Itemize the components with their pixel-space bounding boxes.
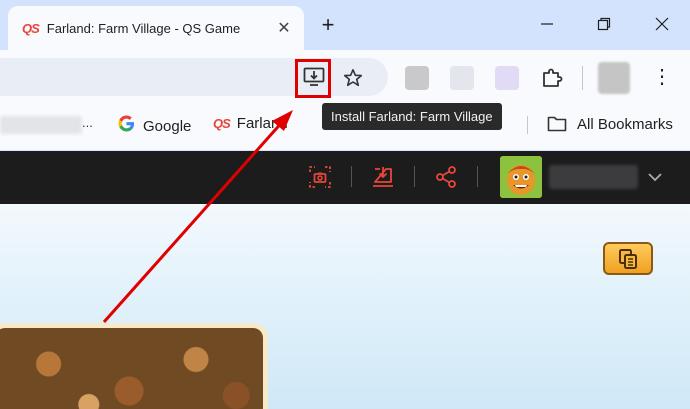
restore-button[interactable] [584, 8, 624, 40]
profile-avatar[interactable] [598, 62, 630, 94]
restore-icon [597, 17, 611, 31]
screenshot-icon [309, 166, 331, 188]
chevron-down-icon [648, 173, 662, 182]
tab-favicon: QS [22, 20, 40, 36]
tab-close-icon[interactable]: ✕ [274, 18, 294, 38]
extension-icon[interactable] [405, 66, 429, 90]
player-avatar[interactable] [500, 156, 542, 198]
puzzle-icon [543, 68, 563, 87]
bookmark-google[interactable]: Google [118, 115, 191, 137]
bookmark-farland[interactable]: QS Farland [213, 115, 288, 132]
game-bar-divider [414, 166, 415, 187]
game-bar-divider [351, 166, 352, 187]
bookmark-star-button[interactable] [343, 68, 363, 88]
avatar-character-icon [500, 156, 542, 198]
qs-logo-icon: QS [213, 116, 231, 131]
all-bookmarks-label: All Bookmarks [577, 115, 673, 133]
account-dropdown-button[interactable] [646, 168, 664, 186]
bookmark-overflow: ... [82, 115, 93, 130]
minimize-button[interactable] [527, 8, 567, 40]
bookmark-label: Google [143, 117, 192, 135]
extension-icon[interactable] [450, 66, 474, 90]
copy-button[interactable] [603, 242, 653, 275]
folder-icon [547, 116, 567, 132]
extension-icon[interactable] [495, 66, 519, 90]
username-blurred [549, 165, 638, 189]
bookmarks-divider [527, 116, 528, 134]
copy-icon [619, 248, 637, 269]
extensions-button[interactable] [540, 66, 564, 90]
share-icon [436, 166, 456, 188]
bookmark-label: Farland [236, 115, 288, 132]
close-icon [655, 17, 669, 31]
screenshot-button[interactable] [308, 165, 332, 189]
close-window-button[interactable] [642, 8, 682, 40]
game-bar-divider [477, 166, 478, 187]
new-tab-button[interactable]: + [316, 13, 340, 37]
google-icon [118, 115, 135, 137]
share-button[interactable] [434, 165, 458, 189]
tab-active[interactable]: QS Farland: Farm Village - QS Game ✕ [8, 6, 304, 50]
minimize-icon [541, 23, 553, 25]
tab-title: Farland: Farm Village - QS Game [46, 20, 241, 36]
download-icon [373, 167, 393, 187]
game-thumbnail-card[interactable] [0, 323, 268, 409]
all-bookmarks-button[interactable]: All Bookmarks [547, 115, 673, 133]
browser-menu-button[interactable]: ⋮ [652, 66, 672, 90]
game-thumbnail-image [0, 328, 263, 409]
install-tooltip: Install Farland: Farm Village [322, 103, 502, 130]
toolbar-divider [582, 66, 583, 90]
download-button[interactable] [371, 165, 395, 189]
install-highlight-box [295, 59, 331, 98]
bookmark-item-blurred[interactable] [0, 116, 82, 134]
star-icon [343, 68, 363, 87]
